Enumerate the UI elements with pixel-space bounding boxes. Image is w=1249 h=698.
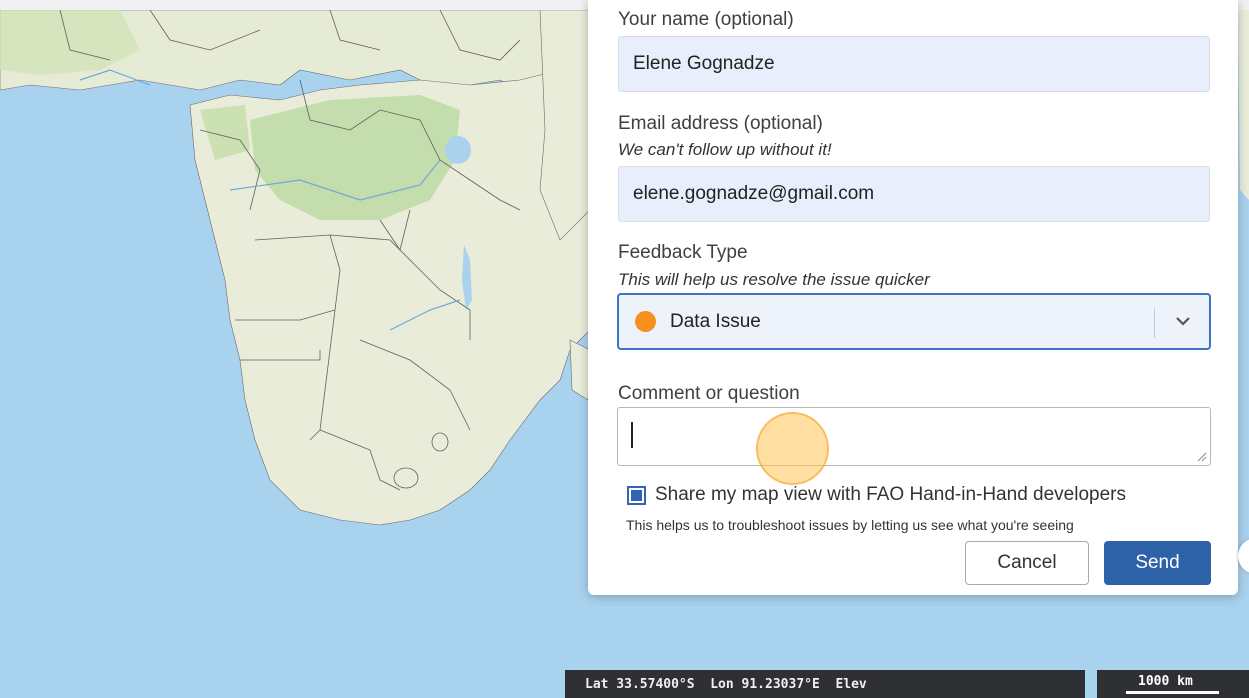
coordinate-readout: Lat 33.57400°S Lon 91.23037°E Elev bbox=[565, 670, 1085, 698]
issue-type-dot-icon bbox=[635, 311, 656, 332]
feedback-type-value: Data Issue bbox=[670, 310, 761, 332]
scale-label: 1000 km bbox=[1138, 674, 1193, 689]
cancel-button[interactable]: Cancel bbox=[965, 541, 1089, 585]
click-highlight bbox=[756, 412, 829, 485]
chevron-down-icon[interactable] bbox=[1171, 309, 1195, 333]
resize-grip-icon[interactable] bbox=[1197, 452, 1207, 462]
comment-label: Comment or question bbox=[618, 383, 800, 404]
comment-textarea[interactable] bbox=[617, 407, 1211, 466]
email-value: elene.gognadze@gmail.com bbox=[633, 183, 875, 204]
scale-line bbox=[1126, 691, 1219, 694]
select-separator bbox=[1154, 308, 1155, 338]
feedback-type-label: Feedback Type bbox=[618, 242, 748, 263]
email-hint: We can't follow up without it! bbox=[618, 140, 832, 159]
feedback-type-hint: This will help us resolve the issue quic… bbox=[618, 270, 930, 289]
share-map-checkbox[interactable] bbox=[627, 486, 646, 505]
text-caret bbox=[631, 422, 633, 448]
send-button[interactable]: Send bbox=[1104, 541, 1211, 585]
name-field[interactable]: Elene Gognadze bbox=[618, 36, 1210, 92]
name-value: Elene Gognadze bbox=[633, 53, 775, 74]
email-field[interactable]: elene.gognadze@gmail.com bbox=[618, 166, 1210, 222]
share-map-hint: This helps us to troubleshoot issues by … bbox=[626, 517, 1074, 533]
feedback-panel: Your name (optional) Elene Gognadze Emai… bbox=[588, 0, 1238, 595]
email-label: Email address (optional) bbox=[618, 113, 823, 134]
feedback-type-select[interactable]: Data Issue bbox=[617, 293, 1211, 350]
scale-bar: 1000 km bbox=[1097, 670, 1249, 698]
share-map-label[interactable]: Share my map view with FAO Hand-in-Hand … bbox=[655, 484, 1126, 506]
name-label: Your name (optional) bbox=[618, 9, 794, 30]
